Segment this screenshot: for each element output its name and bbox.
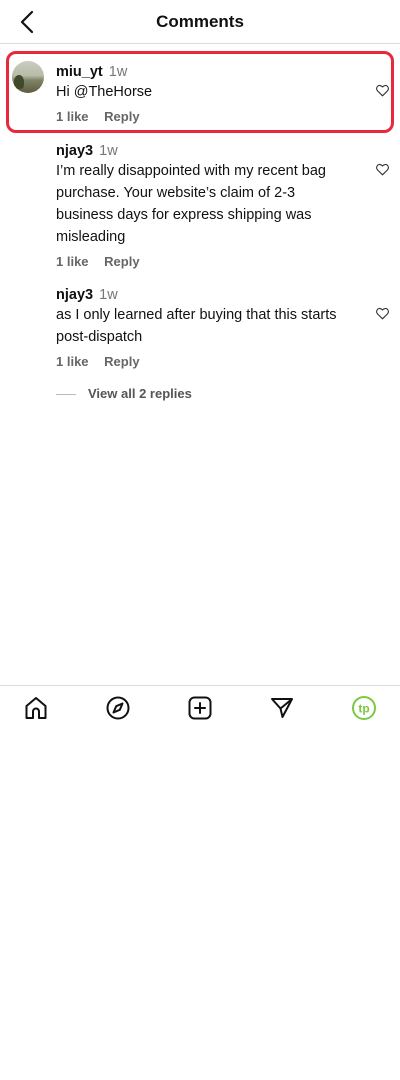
bottom-tab-bar: tp bbox=[0, 685, 400, 730]
explore-compass-icon[interactable] bbox=[105, 695, 131, 721]
view-replies-button[interactable]: View all 2 replies bbox=[56, 386, 192, 401]
likes-count[interactable]: 1 like bbox=[56, 254, 89, 269]
comment-time: 1w bbox=[99, 143, 118, 159]
comment-username[interactable]: njay3 bbox=[56, 287, 93, 303]
page-title: Comments bbox=[156, 12, 244, 31]
heart-icon[interactable] bbox=[375, 306, 390, 321]
comment-username[interactable]: njay3 bbox=[56, 143, 93, 159]
comment-item: njay3 1w I’m really disappointed with my… bbox=[56, 142, 356, 269]
view-replies-label: View all 2 replies bbox=[88, 386, 192, 401]
comment-meta: 1 like Reply bbox=[56, 254, 356, 269]
profile-avatar-ring: tp bbox=[352, 696, 376, 720]
likes-count[interactable]: 1 like bbox=[56, 354, 89, 369]
send-icon[interactable] bbox=[269, 695, 295, 721]
comment-text: as I only learned after buying that this… bbox=[56, 307, 337, 345]
home-icon[interactable] bbox=[23, 695, 49, 721]
comment-meta: 1 like Reply bbox=[56, 354, 356, 369]
create-plus-icon[interactable] bbox=[187, 695, 213, 721]
profile-initials: tp bbox=[358, 702, 369, 716]
likes-count[interactable]: 1 like bbox=[56, 109, 89, 124]
comment-item: miu_yt 1w Hi @TheHorse 1 like Reply bbox=[56, 63, 356, 124]
heart-icon[interactable] bbox=[375, 83, 390, 98]
header: Comments bbox=[0, 0, 400, 44]
comment-header: njay3 1w bbox=[56, 142, 356, 160]
comment-header: miu_yt 1w bbox=[56, 63, 356, 81]
comment-text: I’m really disappointed with my recent b… bbox=[56, 163, 326, 245]
comment-item: njay3 1w as I only learned after buying … bbox=[56, 286, 356, 369]
comment-header: njay3 1w bbox=[56, 286, 356, 304]
reply-button[interactable]: Reply bbox=[104, 254, 139, 269]
comment-meta: 1 like Reply bbox=[56, 109, 356, 124]
comment-time: 1w bbox=[108, 64, 128, 80]
comment-text: Hi @TheHorse bbox=[56, 84, 153, 100]
heart-icon[interactable] bbox=[375, 162, 390, 177]
avatar[interactable] bbox=[12, 61, 44, 93]
profile-tp-icon[interactable]: tp bbox=[351, 695, 377, 721]
reply-button[interactable]: Reply bbox=[104, 354, 139, 369]
replies-divider bbox=[56, 394, 76, 396]
comment-time: 1w bbox=[99, 287, 118, 303]
comment-username[interactable]: miu_yt bbox=[56, 64, 103, 80]
reply-button[interactable]: Reply bbox=[104, 109, 139, 124]
